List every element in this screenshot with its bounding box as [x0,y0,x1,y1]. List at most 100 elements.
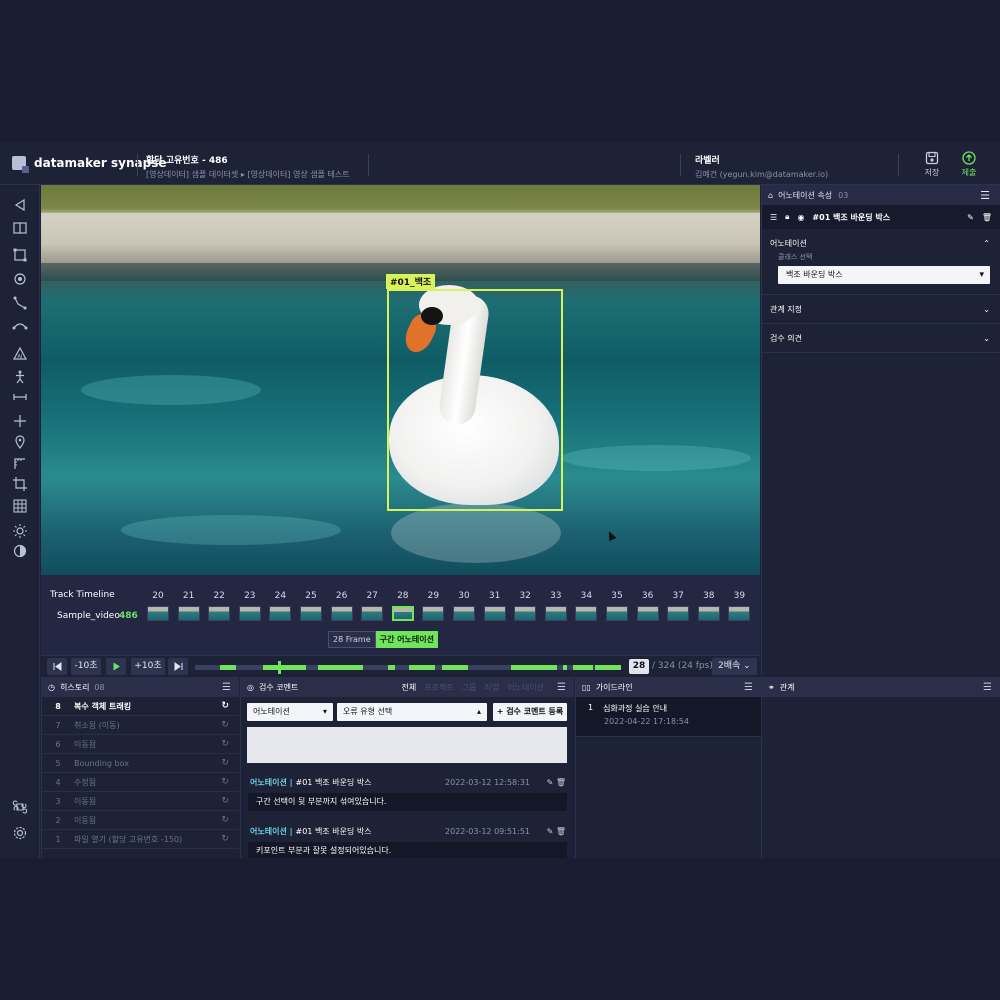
timeline-frame[interactable]: 32 [513,591,537,621]
review-opinion-section[interactable]: 검수 의견 ⌄ [762,324,1000,353]
filter-task[interactable]: 작업 [484,682,499,693]
back-10s-button[interactable]: -10초 [71,658,101,675]
revert-icon[interactable]: ↻ [221,758,229,768]
timeline-frame[interactable]: 35 [605,591,629,621]
history-row[interactable]: 4 수정됨 ↻ [42,773,239,792]
bounding-box-tool-icon[interactable] [12,247,28,263]
history-row[interactable]: 6 이동됨 ↻ [42,735,239,754]
history-number: 2 [55,815,61,825]
skip-end-button[interactable] [168,658,188,675]
playhead[interactable] [278,661,281,674]
timeline-frame[interactable]: 26 [330,591,354,621]
edit-delete-icons[interactable]: ✎ 🗑︎ [547,778,566,787]
revert-icon[interactable]: ↻ [221,815,229,825]
menu-icon[interactable]: ☰ [744,682,753,693]
ruler-tool-icon[interactable] [12,456,28,472]
speed-select[interactable]: 2배속 ⌄ [712,658,757,675]
history-row[interactable]: 7 취소됨 (이동) ↻ [42,716,239,735]
revert-icon[interactable]: ↻ [221,701,229,711]
select-arrow-icon[interactable] [12,197,28,213]
bbox-label[interactable]: #01_백조 [386,274,436,289]
contrast-icon[interactable] [12,543,28,559]
keypoint-tool-icon[interactable] [12,271,28,287]
revert-icon[interactable]: ↻ [221,796,229,806]
grid-tool-icon[interactable] [12,498,28,514]
timeline-frame[interactable]: 31 [483,591,507,621]
guideline-item[interactable]: 1 심화과정 실습 안내 2022-04-22 17:18:54 [576,697,761,737]
skeleton-tool-icon[interactable] [12,369,28,385]
playback-progress[interactable] [195,661,621,674]
history-row[interactable]: 2 이동됨 ↻ [42,811,239,830]
timeline-frame[interactable]: 39 [727,591,751,621]
segment-annotation-button[interactable]: 구간 어노테이션 [375,631,438,648]
save-button[interactable]: 저장 [917,151,947,178]
crop-tool-icon[interactable] [12,476,28,492]
revert-icon[interactable]: ↻ [221,777,229,787]
history-row[interactable]: 8 복수 객체 트래킹 ↻ [42,697,239,716]
caret-down-icon: ▾ [322,707,327,716]
timeline-frame[interactable]: 22 [207,591,231,621]
eye-icon[interactable]: ◉ [797,213,804,222]
timeline-frame[interactable]: 36 [636,591,660,621]
submit-button[interactable]: 제출 [954,151,984,178]
timeline-frame[interactable]: 33 [544,591,568,621]
video-canvas[interactable]: #01_백조 [41,185,760,575]
timeline-frame[interactable]: 24 [268,591,292,621]
annotation-item[interactable]: ☰ 🔒︎ ◉ #01 백조 바운딩 박스 ✎ 🗑︎ [762,205,1000,229]
timeline-frame[interactable]: 37 [666,591,690,621]
history-label: 수정됨 [74,777,97,787]
timeline-frame[interactable]: 38 [697,591,721,621]
timeline-frame[interactable]: 21 [177,591,201,621]
review-comment-input[interactable] [247,727,567,763]
split-view-icon[interactable] [12,220,28,236]
history-number: 6 [55,739,61,749]
measure-tool-icon[interactable] [12,389,28,405]
menu-icon[interactable]: ☰ [222,682,231,693]
edit-delete-icons[interactable]: ✎ 🗑︎ [547,827,566,836]
timeline-frame[interactable]: 25 [299,591,323,621]
shortcut-icon[interactable] [12,799,28,815]
revert-icon[interactable]: ↻ [221,720,229,730]
history-row[interactable]: 3 이동됨 ↻ [42,792,239,811]
filter-annotation[interactable]: 어노테이션 [507,682,544,693]
filter-all[interactable]: 전체 [402,682,417,693]
timeline-frame[interactable]: 29 [421,591,445,621]
history-row[interactable]: 1 파일 열기 (할당 고유번호 -150) ↻ [42,830,239,849]
revert-icon[interactable]: ↻ [221,739,229,749]
timeline-frame[interactable]: 27 [360,591,384,621]
ai-tool-icon[interactable]: AI [12,346,28,362]
menu-icon[interactable]: ☰ [557,682,566,693]
comment-time: 2022-03-12 12:58:31 [445,777,530,787]
bounding-box[interactable] [387,289,563,511]
drag-handle-icon[interactable]: ☰ [770,213,777,222]
settings-gear-icon[interactable] [12,825,28,841]
polyline-tool-icon[interactable] [12,295,28,311]
timeline-frame[interactable]: 20 [146,591,170,621]
crosshair-tool-icon[interactable] [12,413,28,429]
skip-start-button[interactable] [47,658,67,675]
lock-icon[interactable]: 🔒︎ [785,212,789,222]
menu-icon[interactable]: ☰ [980,189,990,202]
location-pin-icon[interactable] [12,434,28,450]
trash-icon[interactable]: 🗑︎ [982,213,992,222]
curve-tool-icon[interactable] [12,318,28,334]
timeline-frame[interactable]: 34 [574,591,598,621]
add-review-comment-button[interactable]: + 검수 코멘트 등록 [493,703,567,721]
current-frame-input[interactable]: 28 [629,659,649,674]
relation-section[interactable]: 관계 지정 ⌄ [762,295,1000,324]
timeline-frame[interactable]: 23 [238,591,262,621]
timeline-frame[interactable]: 28 [391,591,415,621]
target-type-select[interactable]: 어노테이션 ▾ [247,703,333,721]
filter-project[interactable]: 프로젝트 [424,682,453,693]
revert-icon[interactable]: ↻ [221,834,229,844]
play-button[interactable] [106,658,126,675]
brightness-icon[interactable] [12,523,28,539]
filter-group[interactable]: 그룹 [462,682,477,693]
history-row[interactable]: 5 Bounding box ↻ [42,754,239,773]
edit-icon[interactable]: ✎ [967,213,974,222]
class-select[interactable]: 백조 바운딩 박스 [778,266,990,284]
forward-10s-button[interactable]: +10초 [131,658,165,675]
error-type-select[interactable]: 오류 유형 선택 ▴ [337,703,487,721]
menu-icon[interactable]: ☰ [983,682,992,693]
timeline-frame[interactable]: 30 [452,591,476,621]
